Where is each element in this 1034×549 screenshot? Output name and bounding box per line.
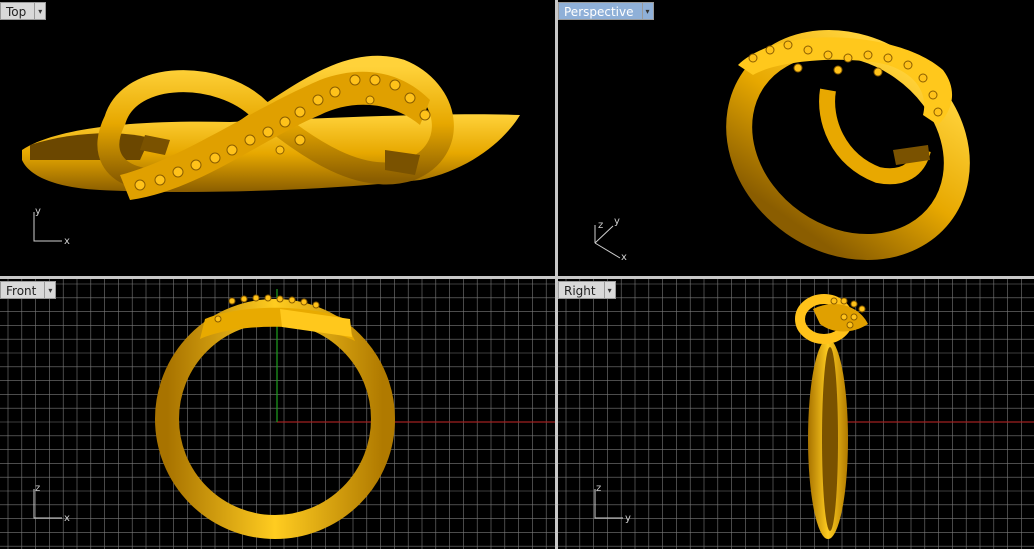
chevron-down-icon[interactable]: ▾ <box>34 2 47 20</box>
axis-widget: z y <box>594 483 631 524</box>
axis-label-b: x <box>64 236 70 247</box>
axis-label-a: z <box>596 483 601 494</box>
viewport-top[interactable]: y x Top ▾ <box>0 0 555 276</box>
viewport-tab-right[interactable]: Right ▾ <box>558 281 616 299</box>
front-view-canvas[interactable]: z x <box>0 279 555 549</box>
chevron-down-icon[interactable]: ▾ <box>603 281 616 299</box>
viewport-perspective[interactable]: z y x Perspective ▾ <box>558 0 1034 276</box>
chevron-down-icon[interactable]: ▾ <box>44 281 57 299</box>
axis-label-a: z <box>598 220 603 231</box>
viewport-title[interactable]: Right <box>558 281 604 299</box>
viewport-title[interactable]: Front <box>0 281 45 299</box>
axis-widget: z y x <box>594 216 627 263</box>
viewport-front[interactable]: z x Front ▾ <box>0 279 555 549</box>
viewport-tab-top[interactable]: Top ▾ <box>0 2 47 20</box>
axis-label-b: y <box>625 513 631 524</box>
axis-label-b: x <box>64 513 70 524</box>
viewport-tab-front[interactable]: Front ▾ <box>0 281 57 299</box>
viewport-title[interactable]: Top <box>0 2 35 20</box>
axis-label-b: y <box>614 216 620 227</box>
ring-model <box>155 299 395 539</box>
axis-label-a: y <box>35 206 41 217</box>
viewport-right[interactable]: z y Right ▾ <box>558 279 1034 549</box>
axis-label-a: z <box>35 483 40 494</box>
chevron-down-icon[interactable]: ▾ <box>641 2 654 20</box>
top-view-canvas[interactable]: y x <box>0 0 555 276</box>
viewport-tab-perspective[interactable]: Perspective ▾ <box>558 2 654 20</box>
ring-model <box>726 29 970 261</box>
axis-widget: y x <box>33 206 70 247</box>
viewport-title[interactable]: Perspective <box>558 2 642 20</box>
axis-label-c: x <box>621 252 627 263</box>
perspective-view-canvas[interactable]: z y x <box>558 0 1034 276</box>
right-view-canvas[interactable]: z y <box>558 279 1034 549</box>
axis-widget: z x <box>33 483 70 524</box>
ring-model <box>795 294 868 539</box>
